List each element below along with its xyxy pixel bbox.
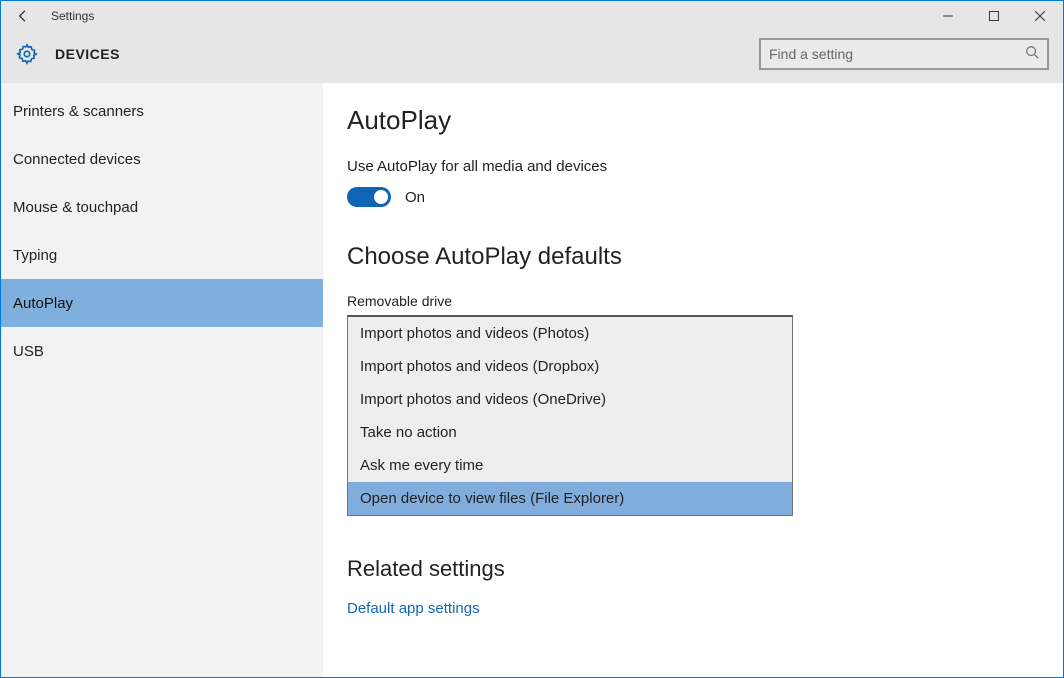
removable-drive-dropdown[interactable]: Import photos and videos (Photos) Import… [347, 315, 793, 516]
dropdown-option-selected[interactable]: Open device to view files (File Explorer… [348, 482, 792, 515]
minimize-button[interactable] [925, 1, 971, 31]
settings-window: Settings DEVICES [0, 0, 1064, 678]
header: DEVICES [1, 31, 1063, 83]
page-title: AutoPlay [347, 105, 1063, 136]
sidebar-item-label: Printers & scanners [13, 103, 144, 120]
dropdown-option[interactable]: Import photos and videos (OneDrive) [348, 383, 792, 416]
sidebar: Printers & scanners Connected devices Mo… [1, 83, 323, 677]
sidebar-item-label: USB [13, 343, 44, 360]
sidebar-item-usb[interactable]: USB [1, 327, 323, 375]
search-box[interactable] [759, 38, 1049, 70]
sidebar-item-label: Connected devices [13, 151, 141, 168]
sidebar-item-label: Mouse & touchpad [13, 199, 138, 216]
search-input[interactable] [769, 46, 1025, 62]
toggle-state-label: On [405, 189, 425, 206]
autoplay-all-label: Use AutoPlay for all media and devices [347, 158, 1063, 175]
content: AutoPlay Use AutoPlay for all media and … [323, 83, 1063, 677]
defaults-heading: Choose AutoPlay defaults [347, 243, 1063, 271]
maximize-icon [989, 11, 999, 21]
toggle-knob [374, 190, 388, 204]
close-icon [1035, 11, 1045, 21]
sidebar-item-autoplay[interactable]: AutoPlay [1, 279, 323, 327]
section-title: DEVICES [55, 46, 120, 62]
dropdown-option[interactable]: Import photos and videos (Photos) [348, 317, 792, 350]
sidebar-item-connected-devices[interactable]: Connected devices [1, 135, 323, 183]
titlebar: Settings [1, 1, 1063, 31]
dropdown-option[interactable]: Import photos and videos (Dropbox) [348, 350, 792, 383]
dropdown-option[interactable]: Ask me every time [348, 449, 792, 482]
search-icon [1025, 45, 1039, 64]
back-button[interactable] [1, 1, 45, 31]
sidebar-item-printers[interactable]: Printers & scanners [1, 87, 323, 135]
gear-icon [15, 42, 39, 66]
related-heading: Related settings [347, 556, 1063, 582]
sidebar-item-label: Typing [13, 247, 57, 264]
maximize-button[interactable] [971, 1, 1017, 31]
sidebar-item-mouse-touchpad[interactable]: Mouse & touchpad [1, 183, 323, 231]
minimize-icon [943, 11, 953, 21]
default-app-settings-link[interactable]: Default app settings [347, 600, 480, 617]
removable-drive-label: Removable drive [347, 293, 1063, 309]
sidebar-item-label: AutoPlay [13, 295, 73, 312]
window-title: Settings [45, 9, 94, 23]
close-button[interactable] [1017, 1, 1063, 31]
arrow-left-icon [15, 8, 31, 24]
dropdown-option[interactable]: Take no action [348, 416, 792, 449]
sidebar-item-typing[interactable]: Typing [1, 231, 323, 279]
autoplay-toggle[interactable] [347, 187, 391, 207]
